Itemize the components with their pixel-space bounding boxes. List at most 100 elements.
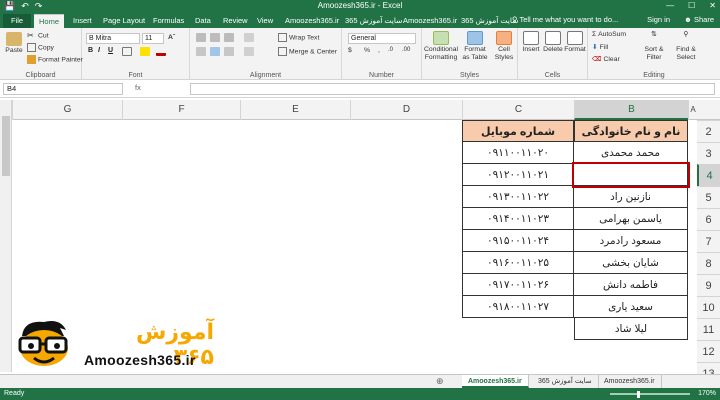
font-size-select[interactable]: 11 <box>142 33 164 44</box>
autosum-button[interactable]: Σ AutoSum <box>592 31 626 38</box>
clear-button[interactable]: ⌫ Clear <box>592 55 620 63</box>
row-header[interactable]: 7 <box>697 230 720 252</box>
percent-icon[interactable]: % <box>364 47 370 54</box>
sheet-tab-site[interactable]: سایت آموزش 365 <box>532 375 599 388</box>
cell-name[interactable]: نازنین راد <box>574 186 688 208</box>
table-header-name[interactable]: نام و نام خانوادگی <box>574 120 688 142</box>
row-header[interactable]: 5 <box>697 186 720 208</box>
row-header[interactable]: 8 <box>697 252 720 274</box>
row-header[interactable]: 11 <box>697 318 720 340</box>
increase-decimal-icon[interactable]: .0 <box>388 47 393 53</box>
tab-amoozesh-1[interactable]: Amoozesh365.ir <box>280 14 344 28</box>
tab-insert[interactable]: Insert <box>68 14 97 28</box>
tab-data[interactable]: Data <box>190 14 216 28</box>
middle-align-icon[interactable] <box>210 33 220 42</box>
fill-color-icon[interactable] <box>140 47 150 56</box>
cell-name[interactable]: سعید یاری <box>574 296 688 318</box>
top-align-icon[interactable] <box>196 33 206 42</box>
font-color-icon[interactable] <box>156 47 166 56</box>
cell-styles-button[interactable]: Cell Styles <box>492 31 516 62</box>
row-header[interactable]: 4 <box>697 164 720 186</box>
sort-filter-button[interactable]: ⇅ Sort & Filter <box>640 31 668 62</box>
row-header[interactable]: 9 <box>697 274 720 296</box>
column-header-b[interactable]: B <box>574 100 688 120</box>
share-button[interactable]: ☻ Share <box>684 12 714 28</box>
row-header[interactable]: 10 <box>697 296 720 318</box>
tell-me-search[interactable]: ⚲ Tell me what you want to do... <box>512 12 618 28</box>
minimize-button[interactable]: — <box>666 0 674 12</box>
scroll-thumb[interactable] <box>2 116 10 176</box>
align-right-icon[interactable] <box>224 47 234 56</box>
column-header-g[interactable]: G <box>12 100 122 120</box>
zoom-slider[interactable] <box>610 393 690 395</box>
function-icon[interactable]: fx <box>135 83 141 92</box>
column-header-f[interactable]: F <box>122 100 240 120</box>
cell-name[interactable]: لیلا شاد <box>574 318 688 340</box>
grow-font-button[interactable]: Aˆ <box>168 34 175 41</box>
bold-button[interactable]: B <box>88 47 93 56</box>
copy-button[interactable]: Copy <box>27 43 54 52</box>
merge-center-button[interactable]: Merge & Center <box>278 47 337 56</box>
formula-input[interactable] <box>190 83 715 95</box>
cell-phone[interactable]: ۰۹۱۸۰۰۱۱۰۲۷ <box>462 296 574 318</box>
tab-file[interactable]: File <box>3 14 31 28</box>
cell-name[interactable]: فاطمه دانش <box>574 274 688 296</box>
zoom-level[interactable]: 170% <box>698 388 716 400</box>
borders-icon[interactable] <box>122 47 132 56</box>
comma-icon[interactable]: , <box>378 47 380 54</box>
cell-phone[interactable]: ۰۹۱۱۰۰۱۱۰۲۰ <box>462 142 574 164</box>
cell-name[interactable]: شایان بخشی <box>574 252 688 274</box>
format-cells-button[interactable]: Format <box>564 31 586 53</box>
cell-name[interactable]: یاسمن بهرامی <box>574 208 688 230</box>
indent-icon[interactable] <box>244 47 254 56</box>
sheet-tab-amoozesh-2[interactable]: Amoozesh365.ir <box>598 375 662 388</box>
paste-button[interactable]: Paste <box>3 32 25 54</box>
format-painter-button[interactable]: Format Painter <box>27 55 83 64</box>
orientation-icon[interactable] <box>244 33 254 42</box>
cell-phone[interactable]: ۰۹۱۴۰۰۱۱۰۲۳ <box>462 208 574 230</box>
align-center-icon[interactable] <box>210 47 220 56</box>
insert-cells-button[interactable]: Insert <box>520 31 542 53</box>
cell-phone[interactable]: ۰۹۱۶۰۰۱۱۰۲۵ <box>462 252 574 274</box>
tab-page-layout[interactable]: Page Layout <box>98 14 150 28</box>
cell-name[interactable]: مسعود رادمرد <box>574 230 688 252</box>
format-as-table-button[interactable]: Format as Table <box>460 31 490 62</box>
italic-button[interactable]: I <box>98 47 100 56</box>
bottom-align-icon[interactable] <box>224 33 234 42</box>
cell-phone[interactable]: ۰۹۱۵۰۰۱۱۰۲۴ <box>462 230 574 252</box>
tab-formulas[interactable]: Formulas <box>148 14 189 28</box>
row-header[interactable]: 12 <box>697 340 720 362</box>
column-header-a[interactable]: A <box>688 100 697 120</box>
font-name-select[interactable]: B Mitra <box>86 33 140 44</box>
cut-button[interactable]: ✂ Cut <box>27 31 49 40</box>
tab-view[interactable]: View <box>252 14 278 28</box>
tab-amoozesh-2[interactable]: Amoozesh365.ir <box>398 14 462 28</box>
row-header[interactable]: 13 <box>697 362 720 380</box>
number-format-select[interactable]: General <box>348 33 416 44</box>
find-select-button[interactable]: ⚲ Find & Select <box>672 31 700 62</box>
sign-in-link[interactable]: Sign in <box>647 12 670 28</box>
add-sheet-button[interactable]: ⊕ <box>436 376 444 387</box>
cell-phone[interactable]: ۰۹۱۳۰۰۱۱۰۲۲ <box>462 186 574 208</box>
row-header[interactable]: 6 <box>697 208 720 230</box>
tab-review[interactable]: Review <box>218 14 253 28</box>
row-header[interactable]: 2 <box>697 120 720 142</box>
column-header-e[interactable]: E <box>240 100 350 120</box>
cell-name[interactable]: محمد محمدی <box>574 142 688 164</box>
fill-button[interactable]: ⬇ Fill <box>592 43 608 51</box>
decrease-decimal-icon[interactable]: .00 <box>402 47 410 53</box>
cell-phone[interactable]: ۰۹۱۷۰۰۱۱۰۲۶ <box>462 274 574 296</box>
vertical-scrollbar[interactable] <box>0 100 12 372</box>
close-button[interactable]: ✕ <box>709 0 716 12</box>
tab-home[interactable]: Home <box>34 14 65 28</box>
sheet-tab-amoozesh-1[interactable]: Amoozesh365.ir <box>462 375 529 388</box>
column-header-c[interactable]: C <box>462 100 574 120</box>
conditional-formatting-button[interactable]: Conditional Formatting <box>424 31 458 62</box>
table-header-phone[interactable]: شماره موبایل <box>462 120 574 142</box>
delete-cells-button[interactable]: Delete <box>542 31 564 53</box>
align-left-icon[interactable] <box>196 47 206 56</box>
currency-icon[interactable]: $ <box>348 47 352 54</box>
name-box[interactable]: B4 <box>3 83 123 95</box>
wrap-text-button[interactable]: Wrap Text <box>278 33 319 42</box>
maximize-button[interactable]: ☐ <box>688 0 695 12</box>
